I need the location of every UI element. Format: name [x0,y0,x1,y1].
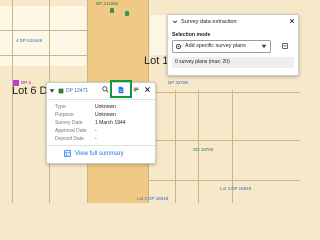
detail-row: Purpose Unknown [55,111,126,119]
detail-row: Survey Date 1 March 1944 [55,119,126,127]
view-summary-link[interactable]: View full summary [64,149,124,158]
selection-mode-select[interactable]: Add specific survey plans [172,40,271,53]
detail-label: Deposit Date [55,136,84,142]
map-boundary [0,55,87,56]
dropdown-arrow-icon [261,44,267,49]
panel-header[interactable]: Survey data extraction [172,19,237,25]
map-boundary [148,140,300,141]
map-label-sp: SO 19750 [193,147,214,152]
selection-mode-value: Add specific survey plans [185,43,246,49]
map-label-top-dp: DP 211566 [96,1,119,6]
chevron-down-icon[interactable] [172,19,178,25]
detail-row: Approval Date - [55,127,126,135]
popup-divider [47,145,155,146]
chevron-down-icon[interactable] [49,88,55,94]
map-label-bottom-2: Lot 2 DP 18548 [137,196,169,201]
map-boundary [148,180,300,181]
map-lot-6: Lot 6 DI [12,85,51,97]
parcel-popup: DP 12471 Type Unknown Purpose Unknown Su… [46,80,156,164]
map-boundary [148,92,300,93]
map-lot-1: Lot 1 [144,55,169,67]
selection-mode-label: Selection mode [172,32,211,38]
map-label-dp-left: 4 DP 520446 [16,38,43,43]
detail-value: Unknown [95,112,116,118]
map-marker [110,8,114,13]
detail-label: Survey Date [55,120,83,126]
search-icon[interactable] [102,86,109,93]
detail-label: Purpose [55,112,74,118]
map-pin-icon [58,88,64,94]
map-boundary [175,90,176,203]
detail-row: Type Unknown [55,103,126,111]
close-icon[interactable] [144,86,151,93]
popup-title: DP 12471 [66,87,89,94]
menu-icon[interactable] [133,86,140,93]
summary-text: 0 survey plans (max: 20) [175,59,230,65]
popup-header: DP 12471 [49,86,88,95]
popup-divider [47,99,155,100]
detail-row: Deposit Date - [55,135,126,143]
summary-box: 0 survey plans (max: 20) [172,57,294,68]
panel-title: Survey data extraction [181,19,237,25]
detail-label: Type [55,104,66,110]
detail-value: 1 March 1944 [95,120,126,126]
map-label-bottom-1: Lot 3 DP 18548 [220,186,252,191]
detail-value: Unknown [95,104,116,110]
detail-label: Approval Date [55,128,87,134]
layers-icon[interactable] [281,42,289,50]
survey-panel: Survey data extraction Selection mode Ad… [167,14,299,76]
close-icon[interactable] [289,18,295,24]
map-label-dp42708: DP 42708 [168,80,188,85]
map-boundary [0,30,87,31]
view-summary-label: View full summary [75,150,124,157]
document-icon[interactable] [117,86,125,94]
table-icon [64,150,71,157]
detail-value: - [95,128,97,134]
map-marker [125,11,129,16]
gear-icon [175,43,182,50]
detail-rows: Type Unknown Purpose Unknown Survey Date… [55,103,126,143]
detail-value: - [95,136,97,142]
